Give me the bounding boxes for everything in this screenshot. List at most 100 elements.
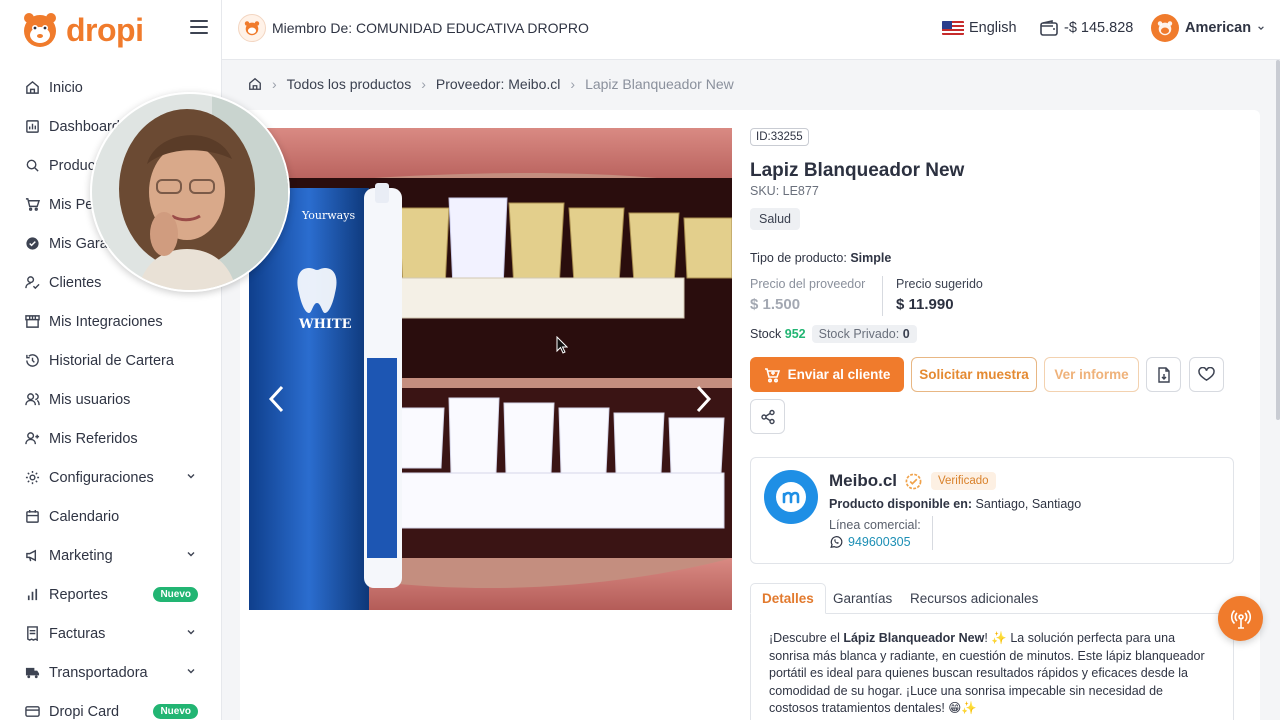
sidebar-item-usuarios[interactable]: Mis usuarios — [0, 380, 222, 419]
send-to-client-label: Enviar al cliente — [787, 367, 891, 382]
suggested-price-label: Precio sugerido — [896, 277, 983, 291]
chevron-down-icon — [1258, 26, 1264, 31]
supplier-phone-link[interactable]: 949600305 — [829, 535, 911, 549]
description-intro: ¡Descubre el — [769, 631, 844, 645]
user-name: American — [1185, 20, 1252, 36]
card-icon — [24, 704, 40, 720]
tab-warranties[interactable]: Garantías — [822, 583, 903, 614]
member-label: Miembro De: COMUNIDAD EDUCATIVA DROPRO — [272, 20, 589, 36]
user-plus-icon — [24, 431, 40, 447]
download-document-button[interactable] — [1146, 357, 1181, 392]
suggested-price-value: $ 11.990 — [896, 296, 954, 313]
breadcrumb-separator: › — [272, 76, 277, 92]
mouse-cursor-icon — [556, 336, 568, 354]
search-icon — [24, 158, 40, 174]
store-icon — [24, 314, 40, 330]
new-badge: Nuevo — [153, 704, 198, 719]
balance-amount: -$ 145.828 — [1064, 20, 1134, 36]
home-icon[interactable] — [248, 77, 262, 91]
users-icon — [24, 392, 40, 408]
breadcrumb-all-products[interactable]: Todos los productos — [287, 76, 412, 92]
tab-details[interactable]: Detalles — [750, 583, 826, 614]
truck-icon — [24, 665, 40, 681]
breadcrumb-current: Lapiz Blanqueador New — [585, 76, 734, 92]
share-icon — [760, 409, 775, 424]
breadcrumb-supplier[interactable]: Proveedor: Meibo.cl — [436, 76, 561, 92]
sidebar-item-label: Clientes — [49, 274, 102, 291]
language-selector[interactable]: English — [942, 20, 1017, 36]
user-menu[interactable]: American — [1151, 14, 1265, 42]
private-stock-label: Stock Privado: — [818, 327, 900, 341]
sidebar-item-historial[interactable]: Historial de Cartera — [0, 341, 222, 380]
verified-seal-icon — [905, 473, 922, 490]
chevron-down-icon — [187, 630, 195, 635]
favorite-button[interactable] — [1189, 357, 1224, 392]
brand-name: dropi — [66, 11, 144, 48]
sidebar-item-dropi-card[interactable]: Dropi Card Nuevo — [0, 692, 222, 720]
sidebar-item-label: Configuraciones — [49, 469, 154, 486]
dropi-logo-icon — [24, 13, 56, 47]
menu-toggle-button[interactable] — [190, 20, 208, 36]
megaphone-icon — [24, 548, 40, 564]
supplier-card: Meibo.cl Verificado Producto disponible … — [750, 457, 1234, 564]
product-image[interactable]: Yourways WHITE — [249, 128, 732, 610]
sidebar-item-facturas[interactable]: Facturas — [0, 614, 222, 653]
share-button[interactable] — [750, 399, 785, 434]
sidebar-item-label: Calendario — [49, 508, 120, 525]
breadcrumb-separator: › — [570, 76, 576, 92]
broadcast-icon — [1230, 609, 1251, 629]
view-report-button[interactable]: Ver informe — [1044, 357, 1139, 392]
supplier-logo[interactable] — [764, 470, 818, 524]
chevron-down-icon — [187, 552, 195, 557]
sidebar-item-marketing[interactable]: Marketing — [0, 536, 222, 575]
sidebar-item-calendario[interactable]: Calendario — [0, 497, 222, 536]
stock-info: Stock 952 Stock Privado: 0 — [750, 325, 917, 343]
user-check-icon — [24, 275, 40, 291]
language-label: English — [969, 20, 1017, 36]
request-sample-button[interactable]: Solicitar muestra — [911, 357, 1037, 392]
teeth-photo: Yourways WHITE — [249, 128, 732, 610]
stock-value: 952 — [784, 327, 806, 341]
product-sku: SKU: LE877 — [750, 184, 819, 198]
presenter-video — [90, 92, 290, 292]
availability-value: Santiago, Santiago — [975, 497, 1082, 511]
wallet-balance[interactable]: -$ 145.828 — [1040, 20, 1133, 36]
send-to-client-button[interactable]: Enviar al cliente — [750, 357, 904, 392]
document-icon — [1157, 366, 1170, 383]
product-id-tag: ID:33255 — [750, 128, 809, 146]
breadcrumb: › Todos los productos › Proveedor: Meibo… — [248, 76, 734, 92]
description-product-name: Lápiz Blanqueador New — [843, 631, 985, 645]
cart-icon — [764, 367, 780, 383]
sidebar-item-reportes[interactable]: Reportes Nuevo — [0, 575, 222, 614]
us-flag-icon — [942, 21, 964, 35]
presenter-picture — [92, 94, 288, 290]
sidebar-item-label: Dropi Card — [49, 703, 120, 720]
invoice-icon — [24, 626, 40, 642]
sidebar-item-configuraciones[interactable]: Configuraciones — [0, 458, 222, 497]
whatsapp-icon — [830, 536, 843, 549]
category-badge: Salud — [750, 208, 800, 230]
product-type-label: Tipo de producto: — [750, 251, 847, 265]
scrollbar[interactable] — [1276, 60, 1280, 420]
sidebar-item-label: Mis Referidos — [49, 430, 138, 447]
divider — [932, 516, 933, 550]
wallet-icon — [1040, 20, 1058, 36]
heart-icon — [1198, 367, 1215, 381]
support-chat-button[interactable] — [1218, 596, 1263, 641]
gallery-next-button[interactable] — [692, 384, 714, 414]
member-info: Miembro De: COMUNIDAD EDUCATIVA DROPRO — [238, 14, 589, 42]
gallery-prev-button[interactable] — [266, 384, 288, 414]
package-label: WHITE — [298, 317, 352, 332]
sidebar-item-referidos[interactable]: Mis Referidos — [0, 419, 222, 458]
sidebar-item-integraciones[interactable]: Mis Integraciones — [0, 302, 222, 341]
sidebar-item-label: Marketing — [49, 547, 113, 564]
supplier-logo-icon — [776, 482, 806, 512]
sidebar-item-transportadora[interactable]: Transportadora — [0, 653, 222, 692]
dropi-logo[interactable]: dropi — [20, 10, 144, 50]
gear-icon — [24, 470, 40, 486]
tab-resources[interactable]: Recursos adicionales — [899, 583, 1049, 614]
stock-label: Stock — [750, 327, 782, 341]
dashboard-icon — [24, 119, 40, 135]
sidebar-item-label: Mis usuarios — [49, 391, 131, 408]
supplier-name[interactable]: Meibo.cl — [829, 471, 897, 491]
